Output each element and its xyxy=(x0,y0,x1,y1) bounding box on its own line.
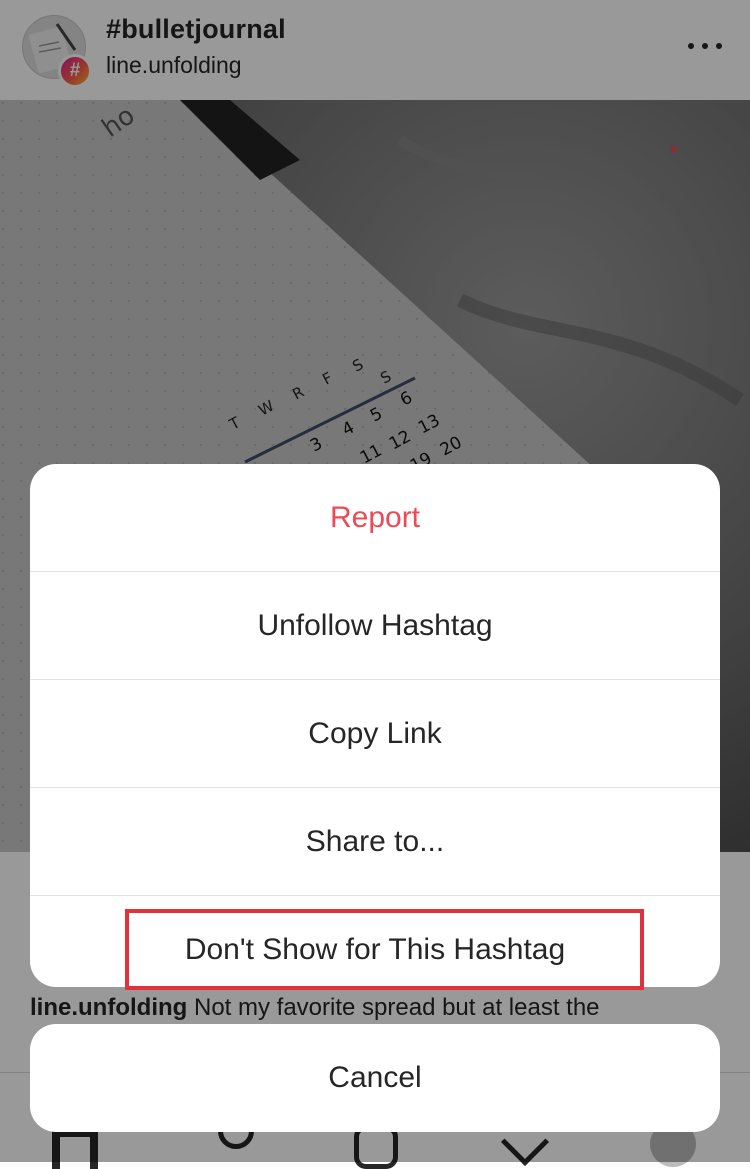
copy-link-button[interactable]: Copy Link xyxy=(30,680,720,788)
share-to-button[interactable]: Share to... xyxy=(30,788,720,896)
cancel-button[interactable]: Cancel xyxy=(30,1024,720,1132)
dont-show-for-hashtag-button[interactable]: Don't Show for This Hashtag xyxy=(30,896,720,987)
report-button[interactable]: Report xyxy=(30,464,720,572)
action-sheet: Report Unfollow Hashtag Copy Link Share … xyxy=(30,464,720,987)
unfollow-hashtag-button[interactable]: Unfollow Hashtag xyxy=(30,572,720,680)
